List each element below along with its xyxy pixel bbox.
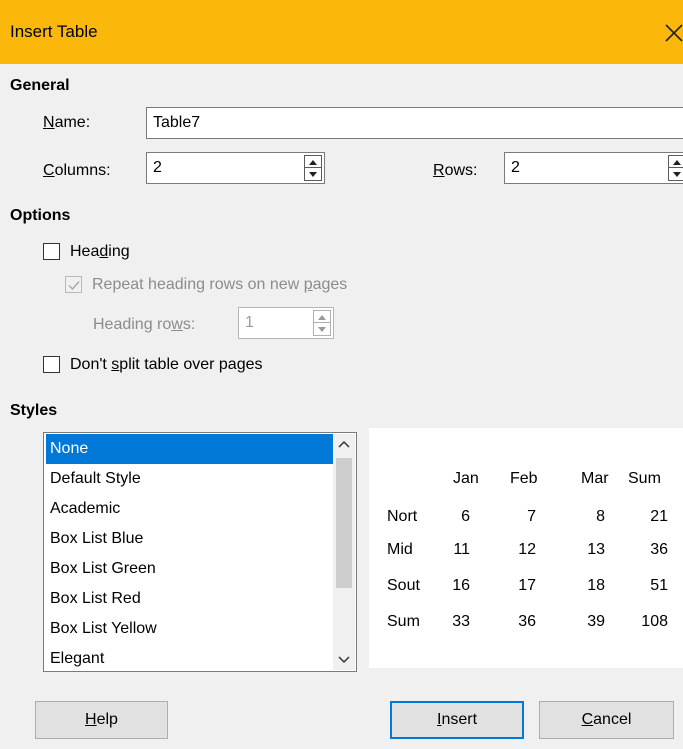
- arrow-down-icon: [673, 172, 681, 177]
- arrow-up-icon: [309, 160, 317, 165]
- rows-increment-button[interactable]: [669, 156, 683, 168]
- preview-cell: 8: [596, 508, 605, 525]
- general-heading: General: [10, 77, 70, 94]
- preview-cell: 18: [587, 577, 605, 594]
- heading-rows-spinbox[interactable]: 1: [238, 307, 334, 339]
- preview-cell: 36: [518, 613, 536, 630]
- arrow-down-icon: [309, 172, 317, 177]
- preview-col-header: Sum: [628, 470, 661, 487]
- preview-row-label: Sout: [387, 577, 420, 594]
- style-item-elegant[interactable]: Elegant: [46, 644, 333, 674]
- title-bar: Insert Table: [0, 0, 683, 64]
- style-item-academic[interactable]: Academic: [46, 494, 333, 524]
- scrollbar-thumb[interactable]: [336, 458, 352, 588]
- close-icon[interactable]: [662, 16, 683, 48]
- heading-checkbox[interactable]: [43, 243, 60, 260]
- preview-cell: 39: [587, 613, 605, 630]
- style-item-box-list-green[interactable]: Box List Green: [46, 554, 333, 584]
- table-preview: Jan Feb Mar Sum Nort 6 7 8 21 Mid 11 12 …: [369, 428, 683, 668]
- preview-cell: 13: [587, 541, 605, 558]
- columns-stepper[interactable]: [304, 155, 322, 181]
- columns-spinbox[interactable]: 2: [146, 152, 325, 184]
- name-value: Table7: [153, 114, 201, 131]
- preview-cell: 108: [641, 613, 668, 630]
- repeat-heading-label[interactable]: Repeat heading rows on new pages: [92, 276, 347, 294]
- rows-label: Rows:: [433, 162, 478, 179]
- preview-cell: 6: [461, 508, 470, 525]
- insert-button[interactable]: Insert: [390, 701, 524, 739]
- preview-cell: 21: [650, 508, 668, 525]
- heading-rows-value: 1: [245, 314, 254, 331]
- style-item-box-list-red[interactable]: Box List Red: [46, 584, 333, 614]
- heading-rows-label: Heading rows:: [93, 316, 196, 333]
- styles-heading: Styles: [10, 402, 58, 419]
- preview-row-label: Mid: [387, 541, 413, 558]
- preview-cell: 36: [650, 541, 668, 558]
- preview-cell: 11: [453, 541, 470, 558]
- arrow-up-icon: [673, 160, 681, 165]
- checkmark-icon: [68, 281, 80, 291]
- name-input[interactable]: Table7: [146, 107, 683, 139]
- cancel-button-label: Cancel: [581, 711, 632, 728]
- rows-value: 2: [511, 159, 520, 176]
- options-heading: Options: [10, 207, 71, 224]
- heading-rows-increment-button[interactable]: [314, 311, 330, 323]
- rows-spinbox[interactable]: 2: [504, 152, 683, 184]
- preview-cell: 12: [518, 541, 536, 558]
- preview-cell: 51: [650, 577, 668, 594]
- heading-rows-decrement-button[interactable]: [314, 323, 330, 335]
- style-item-default-style[interactable]: Default Style: [46, 464, 333, 494]
- dont-split-label[interactable]: Don't split table over pages: [70, 356, 263, 374]
- preview-col-header: Feb: [510, 470, 538, 487]
- style-item-none[interactable]: None: [46, 434, 333, 464]
- preview-row-label: Nort: [387, 508, 418, 525]
- repeat-heading-checkbox[interactable]: [65, 276, 82, 293]
- insert-button-label: Insert: [436, 711, 478, 728]
- rows-decrement-button[interactable]: [669, 168, 683, 180]
- arrow-up-icon: [318, 315, 326, 320]
- name-label: Name:: [43, 114, 91, 131]
- help-button[interactable]: Help: [35, 701, 168, 739]
- rows-stepper[interactable]: [668, 155, 683, 181]
- columns-value: 2: [153, 159, 162, 176]
- columns-decrement-button[interactable]: [305, 168, 321, 180]
- preview-cell: 16: [452, 577, 470, 594]
- preview-cell: 33: [452, 613, 470, 630]
- preview-row-label: Sum: [387, 613, 420, 630]
- heading-rows-stepper[interactable]: [313, 310, 331, 336]
- preview-cell: 7: [527, 508, 536, 525]
- heading-label[interactable]: Heading: [70, 243, 130, 261]
- styles-scrollbar[interactable]: [333, 434, 355, 670]
- scroll-up-icon[interactable]: [333, 434, 355, 456]
- style-item-box-list-yellow[interactable]: Box List Yellow: [46, 614, 333, 644]
- help-button-label: Help: [85, 711, 118, 728]
- preview-col-header: Mar: [581, 470, 609, 487]
- arrow-down-icon: [318, 327, 326, 332]
- dialog-title: Insert Table: [10, 22, 98, 41]
- preview-cell: 17: [518, 577, 536, 594]
- styles-listbox[interactable]: None Default Style Academic Box List Blu…: [43, 432, 357, 672]
- dont-split-checkbox[interactable]: [43, 356, 60, 373]
- preview-col-header: Jan: [453, 470, 479, 487]
- cancel-button[interactable]: Cancel: [539, 701, 674, 739]
- style-item-box-list-blue[interactable]: Box List Blue: [46, 524, 333, 554]
- columns-label: Columns:: [43, 162, 111, 179]
- scroll-down-icon[interactable]: [333, 648, 355, 670]
- columns-increment-button[interactable]: [305, 156, 321, 168]
